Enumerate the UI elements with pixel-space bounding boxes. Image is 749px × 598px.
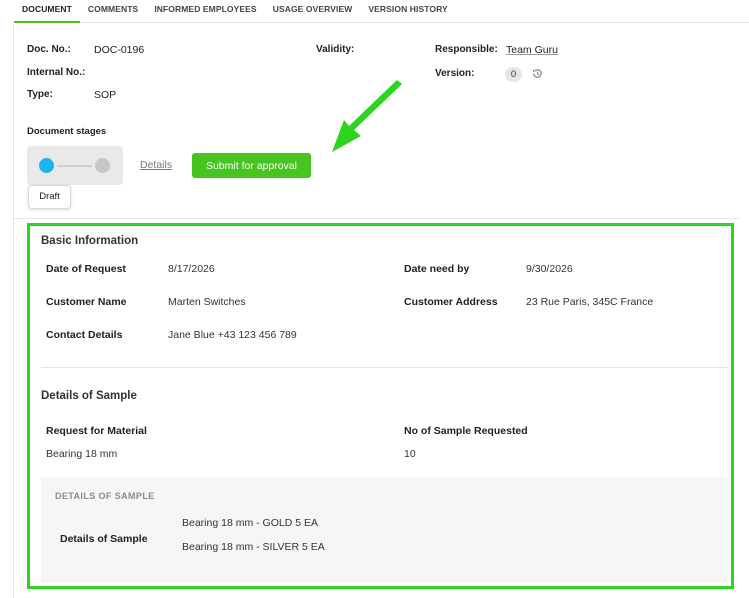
submit-for-approval-button[interactable]: Submit for approval [192,153,311,178]
version-label: Version: [435,68,475,79]
customer-name-value: Marten Switches [168,296,246,308]
responsible-value[interactable]: Team Guru [506,44,558,56]
internal-no-label: Internal No.: [27,67,86,78]
details-of-sample-title: Details of Sample [41,390,137,402]
responsible-label: Responsible: [435,44,498,55]
customer-name-label: Customer Name [46,296,127,308]
date-of-request-value: 8/17/2026 [168,263,215,275]
tab-version-history[interactable]: VERSION HISTORY [360,0,455,23]
stages-title: Document stages [27,126,107,137]
date-need-by-value: 9/30/2026 [526,263,573,275]
validity-label: Validity: [316,44,355,55]
tab-informed-employees[interactable]: INFORMED EMPLOYEES [146,0,264,23]
tab-usage-overview[interactable]: USAGE OVERVIEW [265,0,361,23]
panel-label: Details of Sample [60,533,148,545]
history-icon[interactable] [531,67,544,80]
doc-no-label: Doc. No.: [27,44,71,55]
stage-dot-next[interactable] [95,158,110,173]
request-material-label: Request for Material [46,425,147,437]
stage-connector [57,165,92,167]
request-material-value: Bearing 18 mm [46,448,118,460]
type-label: Type: [27,89,53,100]
date-need-by-label: Date need by [404,263,470,275]
sample-item: Bearing 18 mm - SILVER 5 EA [182,541,325,553]
contact-details-label: Contact Details [46,329,123,341]
doc-no-value: DOC-0196 [94,44,145,56]
stage-dot-current[interactable] [39,158,54,173]
contact-details-value: Jane Blue +43 123 456 789 [168,329,297,341]
panel-title: DETAILS OF SAMPLE [55,491,155,501]
date-of-request-label: Date of Request [46,263,126,275]
left-border [13,23,14,598]
details-link[interactable]: Details [140,159,172,171]
pointer-arrow-icon [332,80,402,152]
stage-tooltip: Draft [28,185,71,209]
version-badge: 0 [505,67,522,82]
section-divider [14,218,739,219]
basic-information-title: Basic Information [41,235,139,247]
tab-document[interactable]: DOCUMENT [14,0,80,23]
type-value: SOP [94,89,117,101]
customer-address-label: Customer Address [404,296,498,308]
tab-bar: DOCUMENT COMMENTS INFORMED EMPLOYEES USA… [14,0,749,23]
stage-progress[interactable] [27,146,123,185]
sample-item: Bearing 18 mm - GOLD 5 EA [182,517,318,529]
tab-comments[interactable]: COMMENTS [80,0,146,23]
customer-address-value: 23 Rue Paris, 345C France [526,296,654,308]
no-sample-value: 10 [404,448,416,460]
no-sample-label: No of Sample Requested [404,425,528,437]
inner-divider [41,367,728,368]
